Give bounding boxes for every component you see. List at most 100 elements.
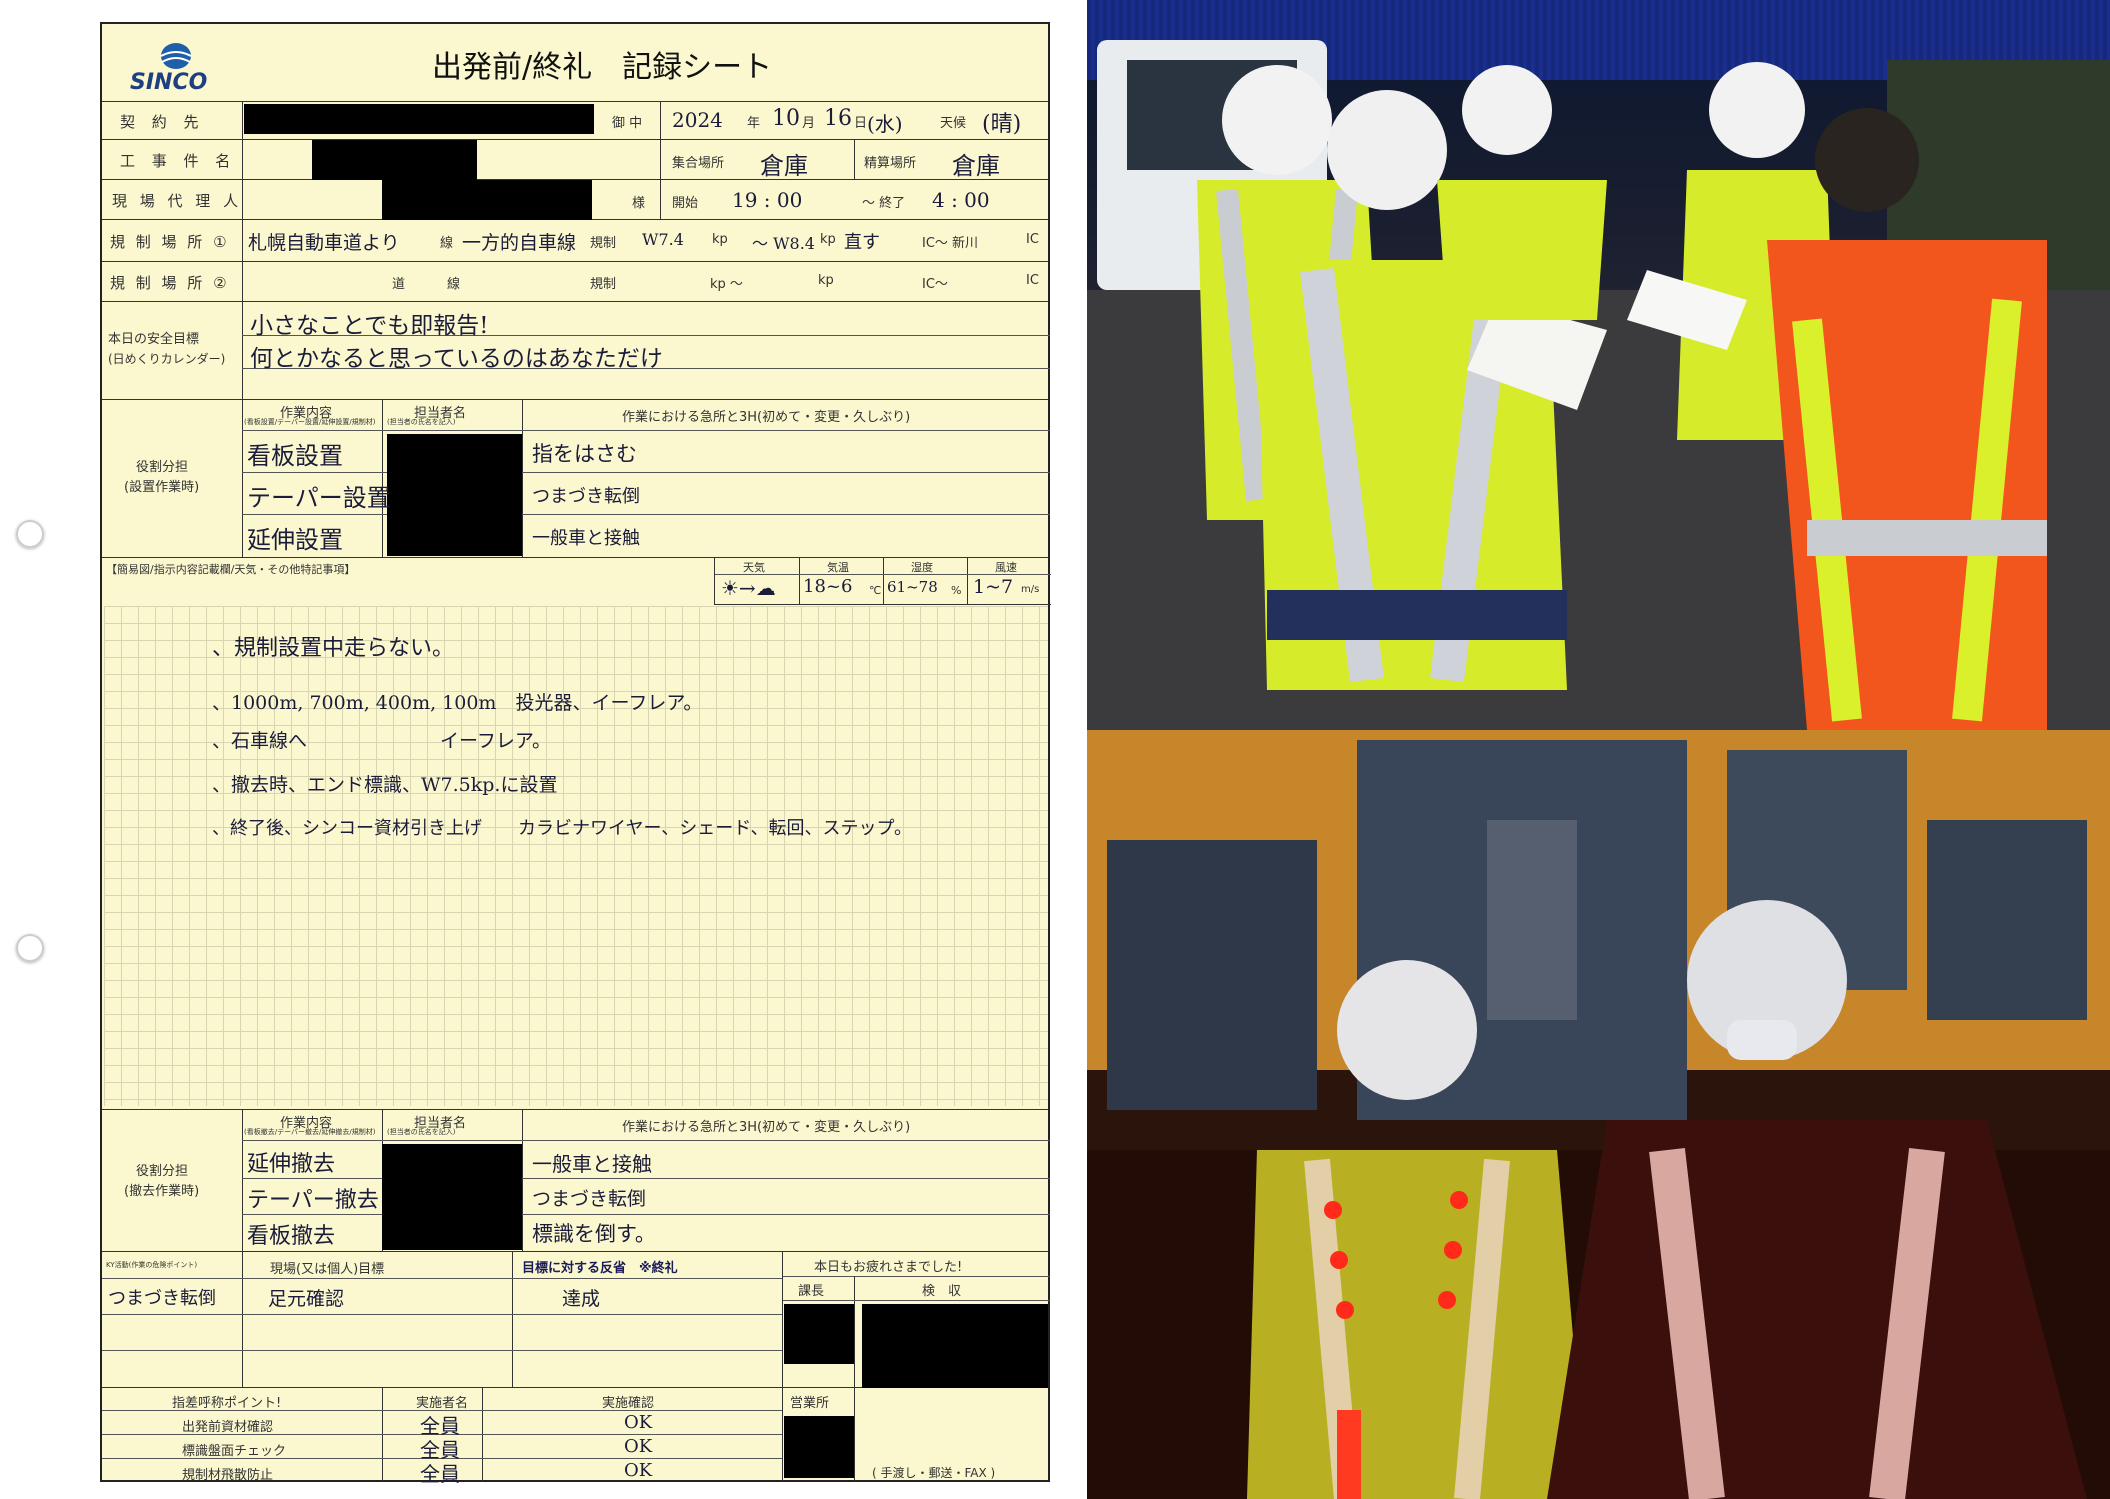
meeting-scene-illustration (1087, 0, 2110, 730)
notes-area: 【簡易図/指示内容記載欄/天気・その他特記事項】 天気 気温 湿度 風速 ☀→☁… (102, 558, 1051, 1110)
removal-danger-3: 標識を倒す。 (532, 1222, 656, 1246)
setup-label: 役割分担 (136, 460, 189, 475)
month-unit: 月 (802, 116, 816, 131)
checks-table: 指差呼称ポイント! 実施者名 実施確認 営業所 ( 手渡し・郵送・FAX ) 出… (102, 1252, 1048, 1486)
setup-label-sub: (設置作業時) (124, 480, 200, 495)
reg2-kp: kp 〜 (710, 277, 743, 292)
review-goal-1: 足元確認 (268, 1288, 345, 1310)
safety-goal-1: 小さなことでも即報告! (250, 313, 489, 339)
check-item-1: 出発前資材確認 (182, 1420, 274, 1435)
row-regulation-2: 規 制 場 所 ② 道 線 規制 kp 〜 kp IC〜 IC (102, 262, 1048, 302)
review-reflection-1: 達成 (562, 1288, 601, 1310)
date-day: 16 (824, 106, 852, 131)
sheet-header: SINCO 出発前/終礼 記録シート (102, 24, 1048, 102)
setup-danger-3: 一般車と接触 (532, 528, 640, 549)
row-regulation-1: 規 制 場 所 ① 札幌自動車道より 線 一方的自車線 規制 W7.4 kp 〜… (102, 220, 1048, 262)
notes-label: 【簡易図/指示内容記載欄/天気・その他特記事項】 (106, 563, 356, 576)
row-safety-goal: 本日の安全目標 (日めくりカレンダー) 小さなことでも即報告! 何とかなると思っ… (102, 302, 1050, 400)
setup-roles-table: 役割分担 (設置作業時) 作業内容 (看板設置/テーパー設置/延伸設置/規制材)… (102, 400, 1050, 558)
check-who-3: 全員 (420, 1462, 460, 1486)
reg1-ic: IC〜 新川 (922, 236, 979, 251)
note-line-1: 、規制設置中走らない。 (212, 636, 455, 661)
redaction-block (784, 1304, 854, 1364)
review-ky-1: つまづき転倒 (108, 1288, 216, 1309)
record-sheet-scan: SINCO 出発前/終礼 記録シート 契 約 先 御 中 2024 年 10 月… (0, 0, 1080, 1499)
reg1-kp-to: 〜 W8.4 (752, 234, 815, 253)
review-col-thanks: 本日もお疲れさまでした! (814, 1260, 963, 1275)
check-ok-2: OK (624, 1436, 653, 1457)
setup-work-3: 延伸設置 (247, 526, 343, 554)
review-col-goal: 現場(又は個人)目標 (270, 1262, 385, 1277)
end-label: 〜 終了 (862, 196, 906, 211)
removal-label: 役割分担 (136, 1164, 189, 1179)
reg1-kind-label: 規制 (590, 236, 617, 251)
reg1-line: 一方的自車線 (462, 232, 577, 254)
redaction-block (387, 434, 522, 556)
sheet-title: 出発前/終礼 記録シート (432, 50, 773, 85)
temp-value: 18~6 (803, 576, 853, 597)
weather-box: 天気 気温 湿度 風速 ☀→☁ 18~6 ℃ 61~78 % 1~7 m/s (714, 558, 1051, 605)
setup-col-danger: 作業における急所と3H(初めて・変更・久しぶり) (622, 410, 911, 425)
date-year: 2024 (672, 108, 723, 132)
finish-place-label: 精算場所 (864, 156, 917, 171)
humidity-value: 61~78 (887, 578, 938, 596)
reg1-direction: 直す (844, 232, 880, 253)
reg2-line: 線 (447, 277, 461, 292)
delivery-method: ( 手渡し・郵送・FAX ) (872, 1466, 996, 1480)
reg2-kind: 規制 (590, 277, 617, 292)
removal-work-3: 看板撤去 (247, 1224, 336, 1249)
row-project: 工 事 件 名 集合場所 倉庫 精算場所 倉庫 (102, 140, 1048, 180)
date-month: 10 (772, 106, 800, 131)
check-ok-3: OK (624, 1460, 653, 1481)
removal-danger-2: つまづき転倒 (532, 1188, 647, 1210)
reg1-road: 札幌自動車道より (248, 232, 400, 254)
note-line-4: 、撤去時、エンド標識、W7.5kp.に設置 (212, 774, 558, 796)
weather-label: 天候 (940, 116, 967, 131)
reg1-label: 規 制 場 所 ① (110, 233, 230, 251)
date-weekday: (水) (867, 112, 903, 136)
night-scene-illustration (1087, 730, 2110, 1499)
reg1-kp-unit: kp (712, 232, 728, 247)
safety-goal-2: 何とかなると思っているのはあなただけ (250, 346, 663, 372)
check-item-2: 標識盤面チェック (182, 1444, 287, 1459)
redaction-block (382, 180, 592, 220)
note-line-5: 、終了後、シンコー資材引き上げ カラビナワイヤー、シェード、転回、ステップ。 (212, 818, 913, 839)
day-unit: 日 (854, 116, 868, 131)
removal-work-1: 延伸撤去 (247, 1152, 336, 1177)
onchu: 御 中 (612, 116, 643, 131)
weather-value-icon: ☀→☁ (721, 576, 776, 600)
checks-col-who: 実施者名 (416, 1396, 469, 1411)
row-agent: 現 場 代 理 人 様 開始 19 : 00 〜 終了 4 : 00 (102, 180, 1048, 220)
redaction-block (312, 140, 477, 180)
agent-label: 現 場 代 理 人 (112, 192, 243, 210)
safety-label-sub: (日めくりカレンダー) (108, 352, 226, 366)
setup-danger-1: 指をはさむ (532, 442, 637, 466)
setup-work-2: テーパー設置 (247, 484, 391, 512)
review-col-ky: KY活動(作業の危険ポイント) (106, 1261, 198, 1269)
checks-col-ok: 実施確認 (602, 1396, 655, 1411)
temp-unit: ℃ (869, 584, 882, 597)
end-value: 4 : 00 (932, 188, 990, 212)
redaction-block (382, 1144, 522, 1250)
reg2-kp2: kp (818, 273, 834, 288)
start-value: 19 : 00 (732, 188, 803, 212)
reg2-label: 規 制 場 所 ② (110, 274, 230, 292)
removal-roles-table: 役割分担 (撤去作業時) 作業内容 (看板撤去/テーパー撤去/延伸撤去/規制材)… (102, 1110, 1050, 1252)
graph-paper-grid (104, 606, 1048, 1106)
check-label: 検 収 (922, 1284, 962, 1299)
workers-meeting-photo (1087, 0, 2110, 730)
humidity-unit: % (951, 584, 962, 597)
setup-col-work-sub: (看板設置/テーパー設置/延伸設置/規制材) (244, 418, 376, 426)
review-table: KY活動(作業の危険ポイント) 現場(又は個人)目標 目標に対する反省 ※終礼 … (102, 1252, 1050, 1388)
binder-hole (16, 934, 44, 962)
note-line-3: 、石車線へ イーフレア。 (212, 730, 551, 752)
contract-label: 契 約 先 (120, 113, 205, 131)
reg1-ic-end: IC (1026, 232, 1039, 247)
redaction-block (244, 104, 594, 134)
wind-value: 1~7 (973, 576, 1014, 598)
record-sheet: SINCO 出発前/終礼 記録シート 契 約 先 御 中 2024 年 10 月… (100, 22, 1051, 1486)
workers-night-photo (1087, 730, 2110, 1499)
humidity-col-label: 湿度 (911, 561, 933, 574)
temp-col-label: 気温 (827, 561, 849, 574)
reg1-kp-to-unit: kp (820, 232, 836, 247)
